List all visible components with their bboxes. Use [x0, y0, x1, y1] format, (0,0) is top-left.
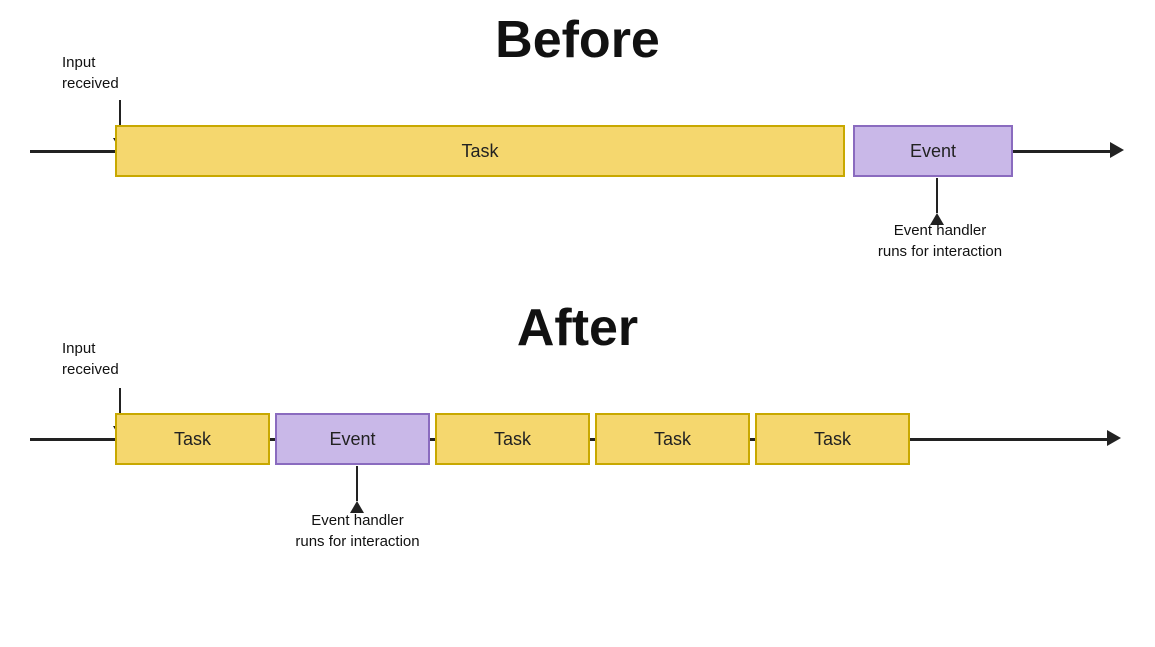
after-task2-block: Task	[435, 413, 590, 465]
before-timeline-left	[30, 150, 115, 153]
diagram-container: Before Input received Task Event Event h…	[0, 0, 1155, 647]
before-event-annotation: Event handler runs for interaction	[860, 220, 1020, 262]
after-event-annotation: Event handler runs for interaction	[265, 510, 450, 552]
before-title: Before	[0, 10, 1155, 70]
after-timeline-left	[30, 438, 115, 441]
before-timeline-right	[1013, 150, 1113, 153]
after-input-label: Input received	[62, 338, 152, 380]
before-input-label: Input received	[62, 52, 152, 94]
before-event-block: Event	[853, 125, 1013, 177]
after-event-arrow	[350, 466, 364, 513]
after-event-block: Event	[275, 413, 430, 465]
before-event-arrow	[930, 178, 944, 225]
after-title: After	[0, 298, 1155, 358]
after-timeline-right	[910, 438, 1110, 441]
after-task1-block: Task	[115, 413, 270, 465]
after-task4-block: Task	[755, 413, 910, 465]
before-task-block: Task	[115, 125, 845, 177]
before-arrow-head	[1110, 142, 1124, 158]
after-task3-block: Task	[595, 413, 750, 465]
after-arrow-head	[1107, 430, 1121, 446]
